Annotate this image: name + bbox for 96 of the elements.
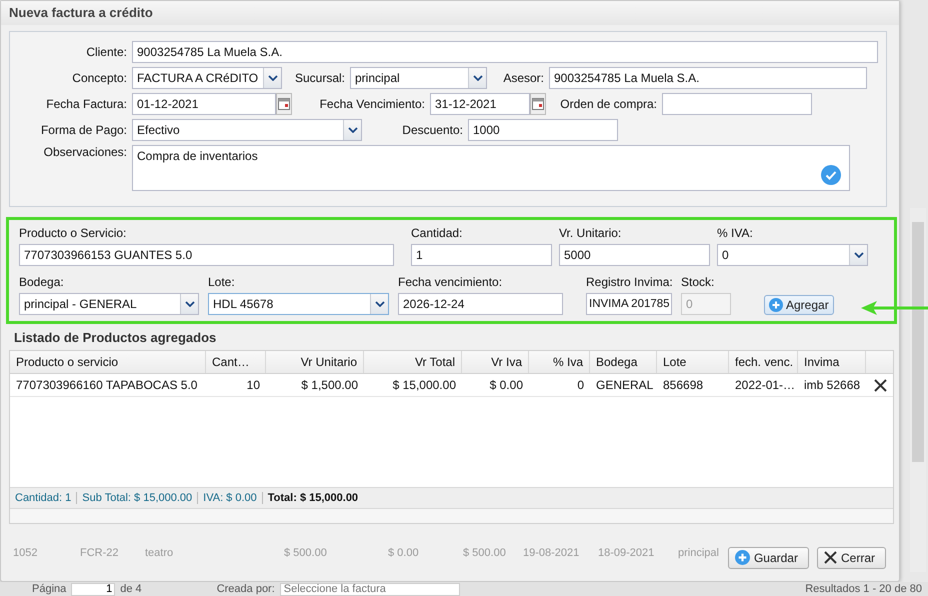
calendar-icon[interactable] (530, 93, 546, 115)
caret-icon[interactable] (370, 294, 388, 314)
text-area[interactable]: Compra de inventarios (132, 145, 850, 191)
dropdown[interactable]: HDL 45678 (208, 293, 389, 315)
table-cell-text: $ 0.00 (488, 378, 524, 392)
column-header[interactable]: Vr Iva (462, 351, 529, 373)
field-label: Stock: (681, 274, 716, 291)
column-header[interactable]: Lote (657, 351, 729, 373)
summary-text: Sub Total: $ 15,000.00 (76, 492, 198, 504)
input-field[interactable]: 5000 (559, 244, 710, 266)
input-field[interactable]: Seleccione la factura (280, 582, 460, 596)
column-header[interactable]: % Iva (529, 351, 590, 373)
date-field[interactable]: 01-12-2021 (132, 93, 276, 115)
pager-label: Página (32, 583, 66, 595)
table-cell-text: 0 (576, 378, 585, 392)
field-label: Sucursal: (294, 71, 346, 85)
delete-icon[interactable] (874, 378, 887, 392)
field-label: Cantidad: (411, 225, 464, 242)
check-icon[interactable] (821, 165, 841, 185)
calendar-icon[interactable] (276, 93, 292, 115)
table-cell-text: $ 15,000.00 (392, 378, 457, 392)
results-text: Resultados 1 - 20 de 80 (805, 583, 923, 595)
table-cell-text: 2022-01-… (734, 378, 796, 392)
input-field[interactable]: 7707303966153 GUANTES 5.0 (19, 244, 394, 266)
background-cell-text: $ 500.00 (284, 546, 328, 558)
save-button[interactable]: Guardar (728, 546, 809, 568)
field-label: Descuento: (401, 123, 464, 137)
section-title: Listado de Productos agregados (14, 330, 218, 347)
caret-icon[interactable] (263, 68, 281, 88)
plus-icon (769, 298, 783, 312)
input-field[interactable] (662, 93, 812, 115)
field-label: Lote: (208, 274, 236, 291)
close-icon (824, 551, 837, 564)
field-label: Fecha Vencimiento: (318, 97, 426, 111)
column-header[interactable]: Bodega (590, 351, 657, 373)
background-cell-text: 18-09-2021 (598, 546, 656, 558)
input-field[interactable]: 2026-12-24 (398, 293, 563, 315)
table-cell-text: 856698 (662, 378, 704, 392)
column-header[interactable]: Producto o servicio (10, 351, 206, 373)
table-cell-text: 10 (246, 378, 261, 392)
field-label: Orden de compra: (559, 97, 658, 111)
field-label: Registro Invima: (586, 274, 672, 291)
input-field[interactable]: 9003254785 La Muela S.A. (549, 67, 867, 89)
summary-text: Total: $ 15,000.00 (262, 492, 364, 504)
table-cell-text: 7707303966160 TAPABOCAS 5.0 (15, 378, 198, 392)
caret-icon[interactable] (180, 294, 198, 314)
column-header[interactable]: fech. venc. (729, 351, 798, 373)
field-label: Forma de Pago: (40, 123, 128, 137)
table-cell-text: GENERAL (595, 378, 654, 392)
field-label: Asesor: (502, 71, 545, 85)
input-field[interactable]: INVIMA 201785 (586, 293, 672, 315)
field-label: Cliente: (85, 45, 128, 59)
background-cell-text: $ 500.00 (463, 546, 507, 558)
background-cell-text: 1052 (13, 546, 38, 558)
horizontal-scrollbar[interactable] (10, 508, 893, 523)
field-label: Concepto: (71, 71, 128, 85)
background-cell-text: principal (678, 546, 720, 558)
field-label: % IVA: (717, 225, 754, 242)
table-cell-text: imb 52668 (803, 378, 862, 392)
field-label: Vr. Unitario: (559, 225, 622, 242)
table-cell-text: $ 1,500.00 (300, 378, 359, 392)
field-label: Producto o Servicio: (19, 225, 128, 242)
scrollbar[interactable] (910, 208, 926, 572)
add-button[interactable]: Agregar (764, 295, 834, 315)
caret-icon[interactable] (343, 120, 361, 140)
dropdown[interactable]: 0 (717, 244, 868, 266)
caret-icon[interactable] (468, 68, 486, 88)
summary-text: Cantidad: 1 (14, 492, 72, 504)
background-cell-text: $ 0.00 (388, 546, 420, 558)
close-button[interactable]: Cerrar (816, 546, 886, 568)
caret-icon[interactable] (849, 245, 867, 265)
window-title: Nueva factura a crédito (1, 1, 899, 25)
field-label: Observaciones: (42, 145, 128, 159)
input-field[interactable]: 9003254785 La Muela S.A. (132, 41, 878, 63)
dropdown[interactable]: Efectivo (132, 119, 362, 141)
dropdown[interactable]: principal - GENERAL (19, 293, 199, 315)
input-field[interactable]: 1 (411, 244, 552, 266)
column-header[interactable]: Cant… (206, 351, 266, 373)
date-field[interactable]: 31-12-2021 (430, 93, 530, 115)
field-label: Fecha vencimiento: (398, 274, 504, 291)
column-header[interactable]: Invima (798, 351, 866, 373)
pager-label: Creada por: (216, 583, 275, 595)
column-header[interactable]: Vr Unitario (266, 351, 364, 373)
field-label: Fecha Factura: (45, 97, 128, 111)
field-label: Bodega: (19, 274, 65, 291)
dropdown[interactable]: FACTURA A CRéDITO (132, 67, 282, 89)
page-field[interactable]: 1 (71, 582, 116, 596)
summary-text: IVA: $ 0.00 (197, 492, 262, 504)
background-cell-text: teatro (145, 546, 174, 558)
pager-label: de 4 (120, 583, 142, 595)
input-field[interactable]: 1000 (468, 119, 618, 141)
background-cell-text: FCR-22 (80, 546, 120, 558)
dropdown[interactable]: principal (350, 67, 487, 89)
background-cell-text: 19-08-2021 (523, 546, 580, 558)
column-header[interactable]: Vr Total (364, 351, 462, 373)
plus-icon (734, 550, 750, 565)
